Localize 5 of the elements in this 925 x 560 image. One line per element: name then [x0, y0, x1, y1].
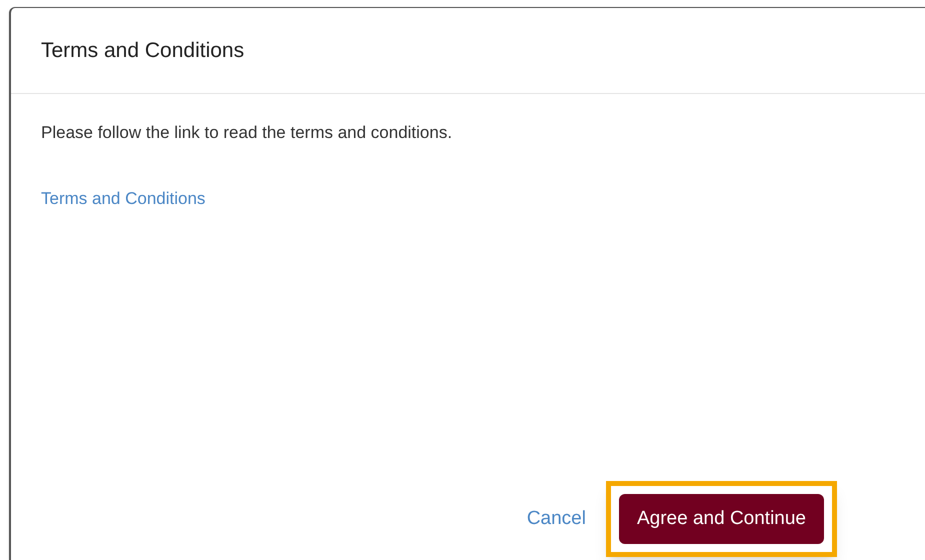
cancel-button[interactable]: Cancel: [522, 504, 590, 534]
agree-button[interactable]: Agree and Continue: [618, 494, 824, 544]
dialog-title: Terms and Conditions: [41, 38, 244, 64]
terms-link[interactable]: Terms and Conditions: [41, 186, 206, 211]
message-text: Please follow the link to read the terms and conditions.: [41, 122, 452, 144]
